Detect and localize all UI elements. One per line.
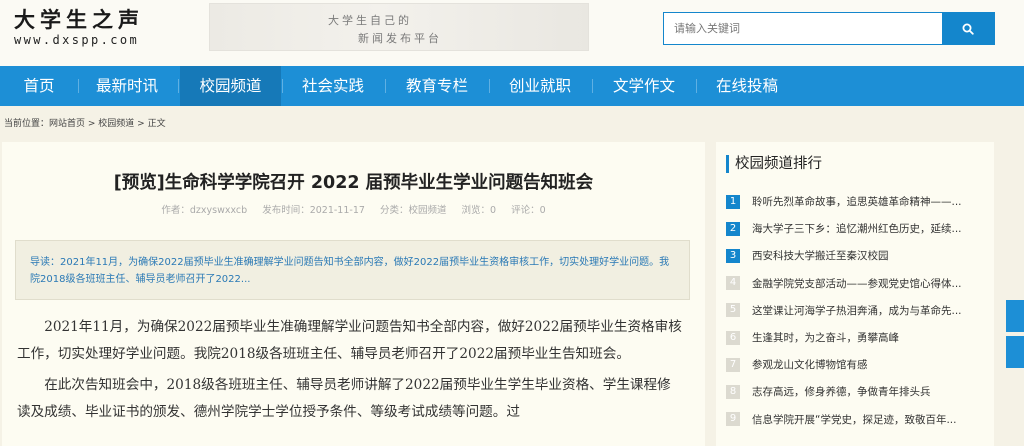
rank-link[interactable]: 西安科技大学搬迁至秦汉校园	[752, 248, 988, 263]
article-category: 分类：校园频道	[379, 205, 447, 216]
nav-divider	[282, 79, 283, 93]
banner-line-1: 大学生自己的	[328, 14, 412, 27]
nav-submit[interactable]: 在线投稿	[706, 66, 788, 106]
search-input[interactable]	[664, 13, 944, 44]
ranking-title: 校园频道排行	[726, 155, 822, 173]
header-banner: 大学生自己的 新闻发布平台	[209, 3, 589, 51]
banner-line-2: 新闻发布平台	[358, 32, 442, 45]
site-logo[interactable]: 大学生之声 www.dxspp.com	[14, 7, 144, 48]
breadcrumb-home-link[interactable]: 网站首页	[49, 119, 85, 129]
main-nav: 首页 最新时讯 校园频道 社会实践 教育专栏 创业就职 文学作文 在线投稿	[0, 66, 1024, 106]
ranking-item[interactable]: 5 这堂课让河海学子热泪奔涌，成为与革命先...	[726, 297, 988, 324]
article-paragraph: 在此次告知班会中，2018级各班班主任、辅导员老师讲解了2022届预毕业生学生毕…	[17, 377, 671, 420]
nav-education[interactable]: 教育专栏	[396, 66, 478, 106]
ranking-item[interactable]: 1 聆听先烈革命故事，追思英雄革命精神——...	[726, 188, 988, 215]
nav-career[interactable]: 创业就职	[499, 66, 581, 106]
article-date: 发布时间：2021-11-17	[262, 205, 365, 216]
nav-divider	[592, 79, 593, 93]
breadcrumb-current: 正文	[147, 119, 166, 129]
rank-link[interactable]: 志存高远，修身养德，争做青年排头兵	[752, 384, 988, 399]
article-panel: [预览]生命科学学院召开 2022 届预毕业生学业问题告知班会 作者：dzxys…	[2, 142, 705, 446]
search-button[interactable]	[942, 13, 994, 44]
ranking-item[interactable]: 9 信息学院开展“学党史，探足迹，致敬百年...	[726, 406, 988, 433]
ranking-item[interactable]: 7 参观龙山文化博物馆有感	[726, 351, 988, 378]
logo-url: www.dxspp.com	[14, 33, 140, 47]
breadcrumb: 当前位置：网站首页 > 校园频道 > 正文	[4, 116, 166, 129]
breadcrumb-prefix: 当前位置：	[4, 119, 50, 129]
ranking-item[interactable]: 6 生逢其时，为之奋斗，勇攀高峰	[726, 324, 988, 351]
ranking-list: 1 聆听先烈革命故事，追思英雄革命精神——... 2 海大学子三下乡：追忆潮州红色历…	[726, 188, 988, 433]
nav-literature[interactable]: 文学作文	[603, 66, 685, 106]
rank-number: 6	[726, 330, 740, 345]
search-box	[663, 12, 995, 45]
ranking-item[interactable]: 8 志存高远，修身养德，争做青年排头兵	[726, 378, 988, 405]
nav-divider	[696, 79, 697, 93]
article-comments: 评论：0	[511, 205, 546, 216]
ranking-item[interactable]: 2 海大学子三下乡：追忆潮州红色历史，延续...	[726, 215, 988, 242]
rank-number: 4	[726, 276, 740, 291]
site-header: 大学生之声 www.dxspp.com 大学生自己的 新闻发布平台	[0, 0, 1024, 66]
rank-number: 8	[726, 384, 740, 399]
logo-chinese: 大学生之声	[14, 7, 144, 32]
breadcrumb-channel-link[interactable]: 校园频道	[98, 119, 134, 129]
rank-number: 3	[726, 248, 740, 263]
nav-divider	[385, 79, 386, 93]
rank-link[interactable]: 信息学院开展“学党史，探足迹，致敬百年...	[752, 412, 988, 427]
article-views: 浏览：0	[461, 205, 497, 216]
rank-link[interactable]: 生逢其时，为之奋斗，勇攀高峰	[752, 330, 988, 345]
rank-number: 2	[726, 221, 740, 236]
rank-link[interactable]: 聆听先烈革命故事，追思英雄革命精神——...	[752, 194, 988, 209]
rank-number: 9	[726, 412, 740, 427]
nav-home[interactable]: 首页	[10, 66, 68, 106]
nav-latest-news[interactable]: 最新时讯	[86, 66, 168, 106]
rank-number: 1	[726, 194, 740, 209]
article-author: 作者：dzxyswxxcb	[161, 205, 248, 216]
nav-divider	[178, 79, 179, 93]
rank-link[interactable]: 参观龙山文化博物馆有感	[752, 357, 988, 372]
nav-divider	[78, 79, 79, 93]
ranking-item[interactable]: 3 西安科技大学搬迁至秦汉校园	[726, 242, 988, 269]
rank-link[interactable]: 这堂课让河海学子热泪奔涌，成为与革命先...	[752, 303, 988, 318]
rank-link[interactable]: 海大学子三下乡：追忆潮州红色历史，延续...	[752, 221, 988, 236]
search-icon	[962, 23, 974, 35]
article-title: [预览]生命科学学院召开 2022 届预毕业生学业问题告知班会	[113, 173, 594, 193]
article-summary: 导读：2021年11月，为确保2022届预毕业生准确理解学业问题告知书全部内容，…	[15, 240, 690, 300]
article-paragraph: 2021年11月，为确保2022届预毕业生准确理解学业问题告知书全部内容，做好2…	[17, 319, 682, 362]
nav-divider	[489, 79, 490, 93]
breadcrumb-sep: >	[134, 119, 148, 129]
ranking-sidebar: 校园频道排行 1 聆听先烈革命故事，追思英雄革命精神——... 2 海大学子三下乡：…	[716, 142, 994, 446]
floating-side-tab[interactable]	[1006, 336, 1024, 368]
rank-link[interactable]: 金融学院党支部活动——参观党史馆心得体...	[752, 276, 988, 291]
nav-campus-channel[interactable]: 校园频道	[180, 66, 281, 106]
rank-number: 5	[726, 303, 740, 318]
rank-number: 7	[726, 357, 740, 372]
floating-side-tab[interactable]	[1006, 300, 1024, 332]
ranking-item[interactable]: 4 金融学院党支部活动——参观党史馆心得体...	[726, 270, 988, 297]
breadcrumb-sep: >	[85, 119, 99, 129]
article-meta: 作者：dzxyswxxcb 发布时间：2021-11-17 分类：校园频道 浏览…	[2, 202, 705, 216]
nav-social-practice[interactable]: 社会实践	[292, 66, 374, 106]
article-body: 2021年11月，为确保2022届预毕业生准确理解学业问题告知书全部内容，做好2…	[17, 314, 682, 430]
